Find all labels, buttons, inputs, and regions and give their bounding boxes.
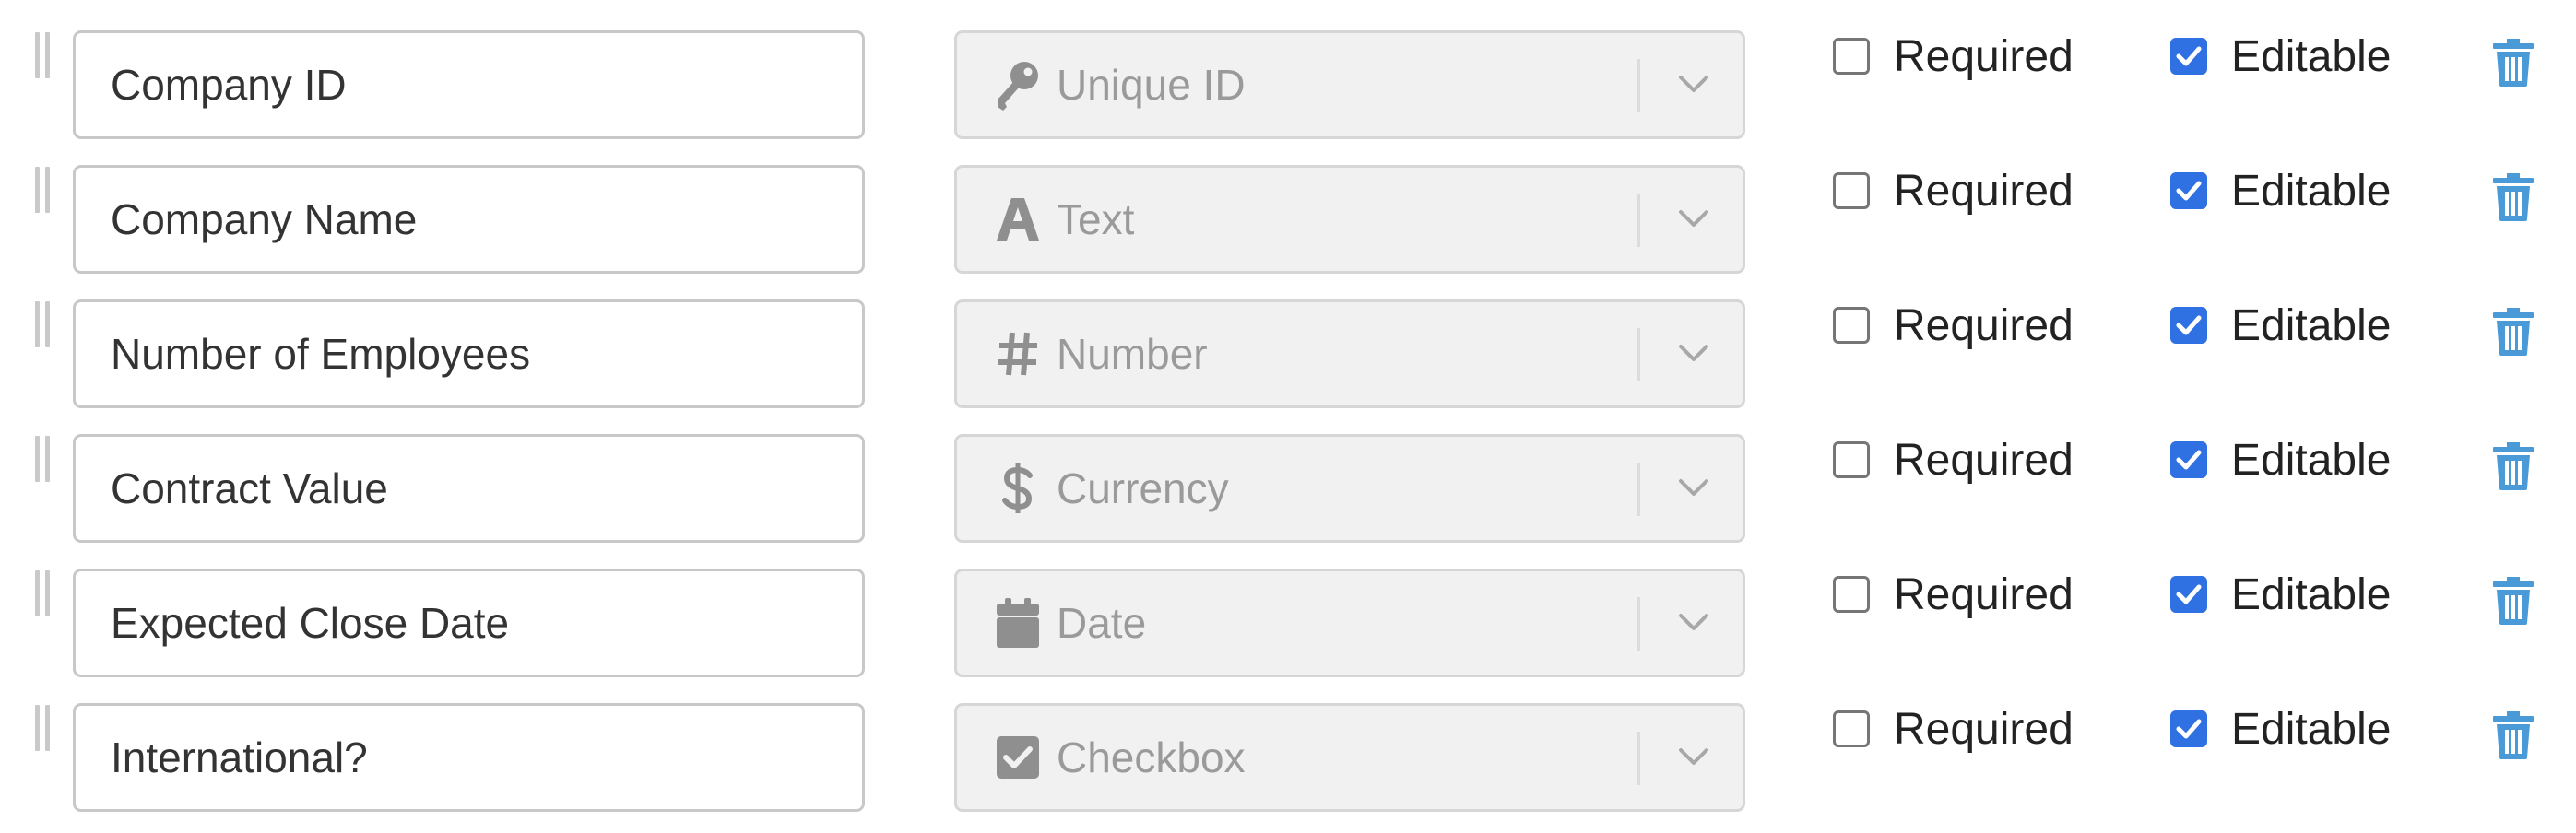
field-name-input[interactable] xyxy=(73,434,865,543)
required-toggle[interactable]: Required xyxy=(1833,562,2074,627)
editable-label: Editable xyxy=(2231,166,2392,216)
required-checkbox[interactable] xyxy=(1833,441,1870,478)
field-type-label: Currency xyxy=(1057,464,1229,512)
chevron-down-icon[interactable] xyxy=(1675,472,1712,505)
field-type-select[interactable]: Text xyxy=(954,165,1745,274)
trash-icon[interactable] xyxy=(2493,173,2534,221)
field-type-label: Number xyxy=(1057,330,1208,378)
field-type-select[interactable]: Number xyxy=(954,299,1745,408)
editable-checkbox[interactable] xyxy=(2170,38,2207,75)
field-row: Currency Required Editable xyxy=(0,404,2576,543)
trash-icon[interactable] xyxy=(2493,711,2534,759)
editable-toggle[interactable]: Editable xyxy=(2170,24,2391,88)
required-label: Required xyxy=(1894,166,2074,216)
field-row: Date Required Editable xyxy=(0,538,2576,677)
editable-toggle[interactable]: Editable xyxy=(2170,158,2391,223)
select-divider xyxy=(1637,194,1640,247)
select-divider xyxy=(1637,597,1640,651)
field-row: Unique ID Required Editable xyxy=(0,0,2576,139)
field-type-label: Checkbox xyxy=(1057,733,1246,781)
drag-handle-icon[interactable] xyxy=(35,301,52,347)
editable-label: Editable xyxy=(2231,435,2392,485)
required-label: Required xyxy=(1894,569,2074,619)
drag-handle-icon[interactable] xyxy=(35,705,52,751)
required-label: Required xyxy=(1894,300,2074,350)
field-type-select[interactable]: Unique ID xyxy=(954,30,1745,139)
field-name-input[interactable] xyxy=(73,30,865,139)
required-checkbox[interactable] xyxy=(1833,307,1870,344)
required-label: Required xyxy=(1894,704,2074,754)
key-icon xyxy=(992,57,1044,112)
required-checkbox[interactable] xyxy=(1833,710,1870,747)
chevron-down-icon[interactable] xyxy=(1675,741,1712,774)
field-row: Checkbox Required Editable xyxy=(0,673,2576,812)
text-icon xyxy=(992,192,1044,247)
field-type-label: Text xyxy=(1057,195,1135,243)
checkbox-icon xyxy=(992,730,1044,785)
required-toggle[interactable]: Required xyxy=(1833,697,2074,761)
field-row: Text Required Editable xyxy=(0,135,2576,274)
chevron-down-icon[interactable] xyxy=(1675,337,1712,370)
field-name-input[interactable] xyxy=(73,703,865,812)
editable-label: Editable xyxy=(2231,31,2392,81)
editable-checkbox[interactable] xyxy=(2170,172,2207,209)
field-name-input[interactable] xyxy=(73,569,865,677)
select-divider xyxy=(1637,463,1640,516)
field-type-select[interactable]: Currency xyxy=(954,434,1745,543)
field-type-select[interactable]: Date xyxy=(954,569,1745,677)
drag-handle-icon[interactable] xyxy=(35,167,52,213)
trash-icon[interactable] xyxy=(2493,577,2534,625)
required-toggle[interactable]: Required xyxy=(1833,24,2074,88)
editable-checkbox[interactable] xyxy=(2170,710,2207,747)
field-type-label: Date xyxy=(1057,599,1147,647)
required-toggle[interactable]: Required xyxy=(1833,428,2074,492)
drag-handle-icon[interactable] xyxy=(35,32,52,78)
hash-icon xyxy=(992,326,1044,381)
editable-label: Editable xyxy=(2231,704,2392,754)
editable-label: Editable xyxy=(2231,569,2392,619)
editable-checkbox[interactable] xyxy=(2170,576,2207,613)
field-row: Number Required Editable xyxy=(0,269,2576,408)
trash-icon[interactable] xyxy=(2493,442,2534,490)
field-name-input[interactable] xyxy=(73,299,865,408)
editable-toggle[interactable]: Editable xyxy=(2170,697,2391,761)
calendar-icon xyxy=(992,595,1044,651)
field-list: Unique ID Required Editable xyxy=(0,0,2576,833)
required-checkbox[interactable] xyxy=(1833,172,1870,209)
editable-label: Editable xyxy=(2231,300,2392,350)
select-divider xyxy=(1637,328,1640,381)
field-name-input[interactable] xyxy=(73,165,865,274)
field-type-label: Unique ID xyxy=(1057,61,1246,109)
chevron-down-icon[interactable] xyxy=(1675,203,1712,236)
editable-toggle[interactable]: Editable xyxy=(2170,562,2391,627)
chevron-down-icon[interactable] xyxy=(1675,68,1712,101)
dollar-icon xyxy=(992,461,1044,516)
field-type-select[interactable]: Checkbox xyxy=(954,703,1745,812)
select-divider xyxy=(1637,59,1640,112)
required-toggle[interactable]: Required xyxy=(1833,158,2074,223)
chevron-down-icon[interactable] xyxy=(1675,606,1712,639)
required-label: Required xyxy=(1894,435,2074,485)
trash-icon[interactable] xyxy=(2493,39,2534,87)
editable-checkbox[interactable] xyxy=(2170,307,2207,344)
required-checkbox[interactable] xyxy=(1833,576,1870,613)
drag-handle-icon[interactable] xyxy=(35,436,52,482)
required-checkbox[interactable] xyxy=(1833,38,1870,75)
required-toggle[interactable]: Required xyxy=(1833,293,2074,358)
select-divider xyxy=(1637,732,1640,785)
editable-toggle[interactable]: Editable xyxy=(2170,293,2391,358)
editable-toggle[interactable]: Editable xyxy=(2170,428,2391,492)
trash-icon[interactable] xyxy=(2493,308,2534,356)
editable-checkbox[interactable] xyxy=(2170,441,2207,478)
drag-handle-icon[interactable] xyxy=(35,570,52,616)
required-label: Required xyxy=(1894,31,2074,81)
